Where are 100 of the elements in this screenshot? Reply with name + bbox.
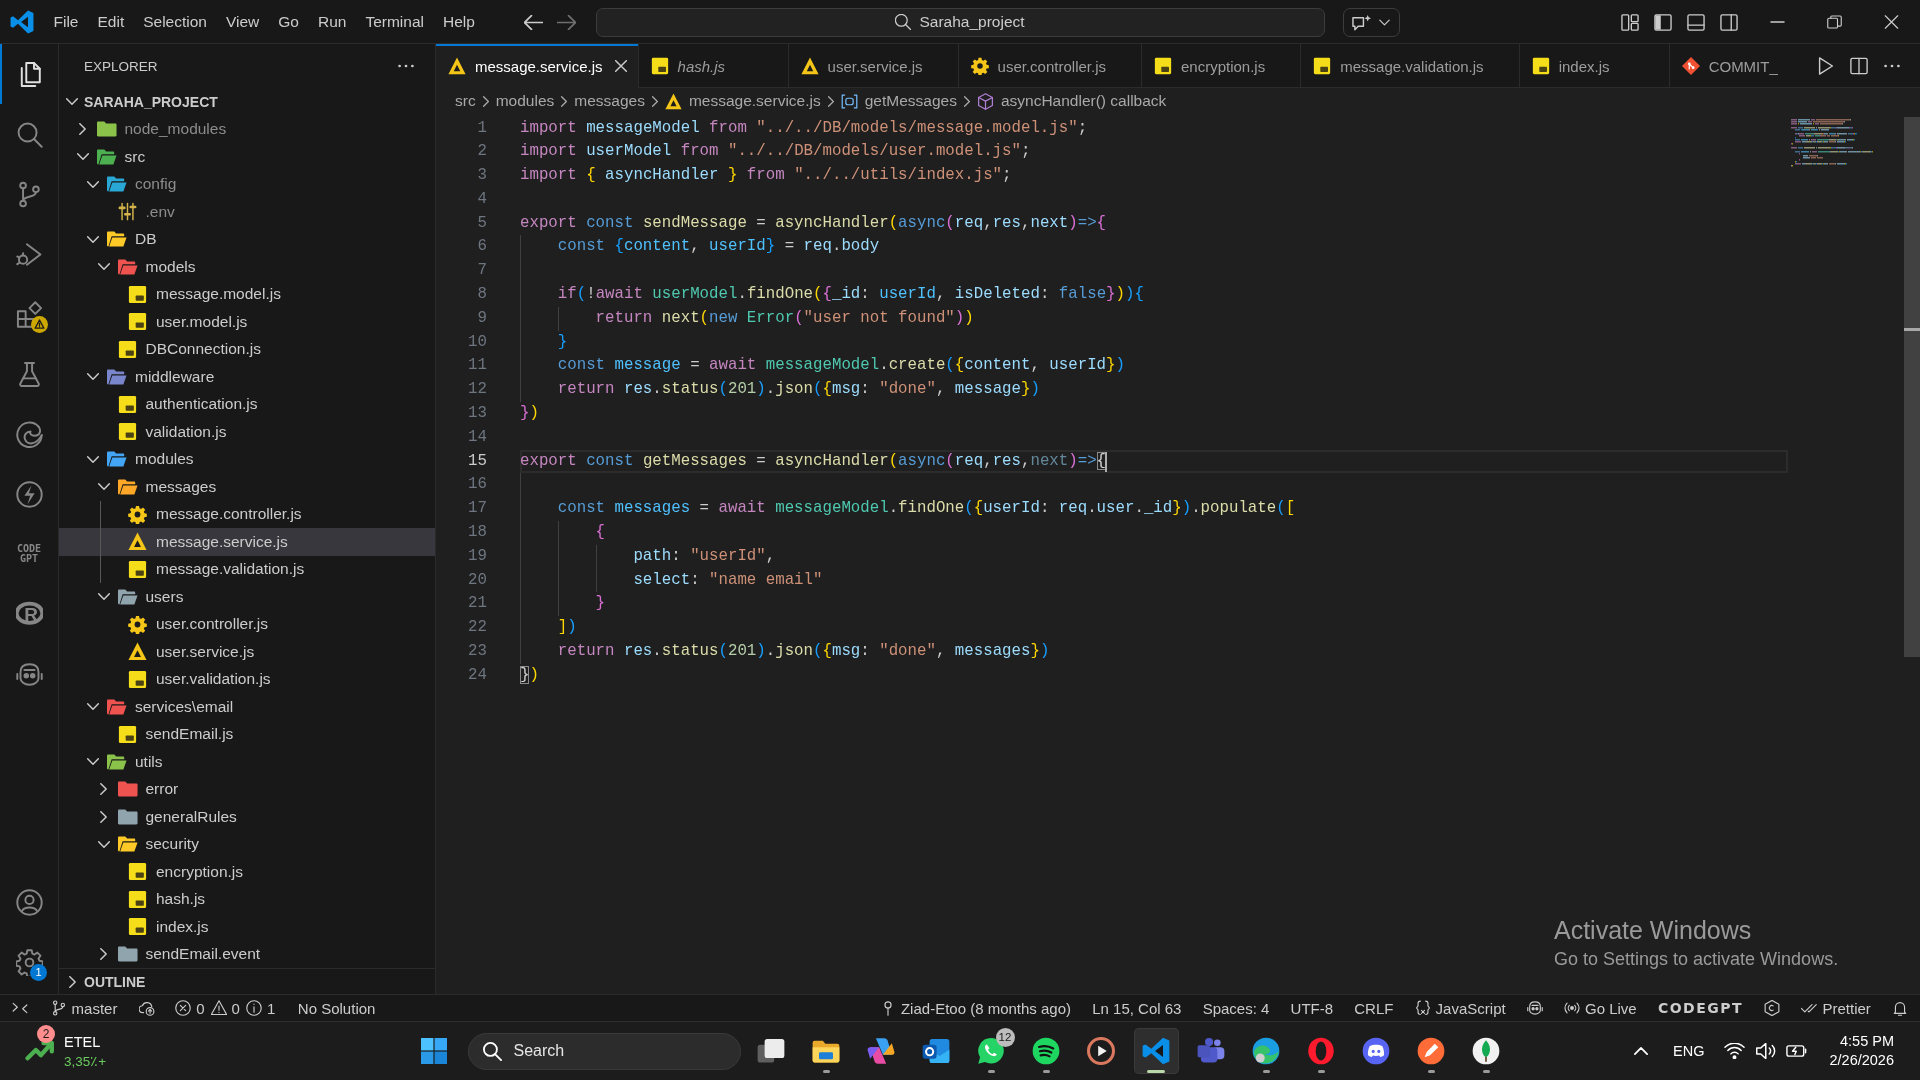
tree-item[interactable]: message.validation.js (59, 555, 435, 583)
status-item[interactable]: Ln 15, Col 63 (1081, 995, 1193, 1021)
breadcrumb[interactable]: message.service.js (664, 92, 821, 110)
status-item[interactable]: 0 (165, 995, 208, 1021)
editor-tab[interactable]: hash.js (638, 44, 789, 88)
status-item[interactable]: UTF-8 (1279, 995, 1344, 1021)
back-arrow-icon[interactable] (523, 14, 543, 30)
tree-item[interactable]: DBConnection.js (59, 335, 435, 363)
breadcrumb[interactable]: asyncHandler() callback (976, 92, 1167, 110)
split-editor-icon[interactable] (1849, 57, 1868, 75)
activity-bar-item[interactable]: 1 (0, 932, 58, 992)
status-item[interactable]: Spaces: 4 (1192, 995, 1280, 1021)
layout-icon[interactable] (1620, 13, 1639, 31)
scrollbar-thumb[interactable] (1904, 116, 1920, 657)
tree-item[interactable]: sendEmail.js (59, 720, 435, 748)
tree-item[interactable]: node_modules (59, 115, 435, 143)
secondary-sidebar-icon[interactable] (1719, 13, 1738, 31)
chevron-up-icon[interactable] (1634, 1047, 1649, 1055)
tree-item[interactable]: src (59, 143, 435, 171)
tree-item[interactable]: middleware (59, 363, 435, 391)
editor-tab[interactable]: user.controller.js (958, 44, 1142, 88)
menu-item[interactable]: File (44, 13, 88, 31)
tree-item[interactable]: security (59, 830, 435, 858)
panel-toggle-icon[interactable] (1686, 13, 1705, 31)
menu-item[interactable]: Edit (88, 13, 134, 31)
tree-item[interactable]: utils (59, 748, 435, 776)
tree-item[interactable]: message.service.js (59, 528, 435, 556)
editor-tab[interactable]: message.validation.js (1301, 44, 1520, 88)
language-indicator[interactable]: ENG (1673, 1043, 1705, 1059)
tree-item[interactable]: message.controller.js (59, 500, 435, 528)
menu-item[interactable]: View (216, 13, 269, 31)
tree-item[interactable]: services\email (59, 693, 435, 721)
editor-tab[interactable]: user.service.js (788, 44, 959, 88)
taskbar-button[interactable]: 12 (968, 1028, 1014, 1074)
menu-item[interactable]: Selection (133, 13, 217, 31)
tree-item[interactable]: sendEmail.event (59, 940, 435, 968)
tree-item[interactable]: index.js (59, 913, 435, 941)
editor-tab[interactable]: message.service.js (436, 44, 639, 88)
menu-item[interactable]: Go (268, 13, 309, 31)
chat-button[interactable] (1342, 7, 1400, 37)
clock-date[interactable]: 2/26/2026 (1829, 1051, 1894, 1070)
command-center[interactable]: Saraha_project (595, 7, 1325, 37)
start-icon[interactable] (421, 1038, 447, 1064)
project-header[interactable]: SARAHA_PROJECT (59, 88, 435, 116)
tree-item[interactable]: message.model.js (59, 280, 435, 308)
tree-item[interactable]: user.controller.js (59, 610, 435, 638)
tree-item[interactable]: config (59, 170, 435, 198)
status-item[interactable]: master (40, 995, 129, 1021)
close-icon[interactable] (1884, 15, 1899, 29)
taskbar-button[interactable] (1133, 1028, 1179, 1074)
running-indicator-icon (822, 1070, 830, 1073)
breadcrumb[interactable]: src (455, 92, 476, 110)
status-item[interactable]: Prettier (1790, 995, 1882, 1021)
tree-item[interactable]: generalRules (59, 803, 435, 831)
menu-item[interactable]: Run (308, 13, 356, 31)
status-item[interactable]: JavaScript (1404, 995, 1517, 1021)
breadcrumb[interactable]: modules (495, 92, 555, 110)
menu-item[interactable]: Help (433, 13, 485, 31)
status-item[interactable]: CRLF (1343, 995, 1404, 1021)
breadcrumb[interactable]: getMessages (840, 92, 957, 110)
run-icon[interactable] (1816, 57, 1835, 75)
status-item[interactable]: 0 (207, 995, 243, 1021)
breadcrumb[interactable]: messages (574, 92, 645, 110)
activity-bar-item[interactable]: CODE GPT (0, 524, 58, 584)
restore-icon[interactable] (1827, 15, 1842, 29)
tree-item[interactable]: user.validation.js (59, 665, 435, 693)
status-item[interactable]: CODEGPT (1647, 995, 1754, 1021)
tree-item[interactable]: error (59, 775, 435, 803)
wifi-icon[interactable] (1724, 1043, 1746, 1059)
more-icon[interactable] (1883, 64, 1900, 68)
speaker-icon[interactable] (1755, 1043, 1777, 1059)
battery-icon[interactable] (1786, 1043, 1808, 1059)
tree-item[interactable]: modules (59, 445, 435, 473)
menu-item[interactable]: Terminal (355, 13, 434, 31)
tree-item[interactable]: models (59, 253, 435, 281)
tree-item[interactable]: DB (59, 225, 435, 253)
status-item[interactable]: No Solution (287, 995, 386, 1021)
tree-item[interactable]: messages (59, 473, 435, 501)
forward-arrow-icon[interactable] (556, 14, 576, 30)
tree-item[interactable]: user.service.js (59, 638, 435, 666)
status-item[interactable]: 1 (242, 995, 288, 1021)
activity-bar-item[interactable]: R (0, 584, 58, 644)
close-icon[interactable] (614, 60, 627, 72)
tree-item[interactable]: validation.js (59, 418, 435, 446)
tree-item[interactable]: authentication.js (59, 390, 435, 418)
clock-time[interactable]: 4:55 PM (1840, 1032, 1894, 1051)
editor-tab[interactable]: index.js (1519, 44, 1670, 88)
sidebar-toggle-icon[interactable] (1653, 13, 1672, 31)
editor-tab[interactable]: COMMIT_ (1669, 44, 1803, 88)
tree-item[interactable]: users (59, 583, 435, 611)
trend-arrow-icon[interactable] (25, 1041, 55, 1061)
search-box[interactable]: Search (467, 1032, 741, 1070)
tree-item[interactable]: hash.js (59, 885, 435, 913)
tree-item[interactable]: encryption.js (59, 858, 435, 886)
editor-tab[interactable]: encryption.js (1142, 44, 1302, 88)
tree-item[interactable]: user.model.js (59, 308, 435, 336)
more-icon[interactable] (398, 64, 414, 68)
status-item[interactable]: Ziad-Etoo (8 months ago) (869, 995, 1082, 1021)
tree-item[interactable]: .env (59, 198, 435, 226)
status-item[interactable]: Go Live (1553, 995, 1648, 1021)
